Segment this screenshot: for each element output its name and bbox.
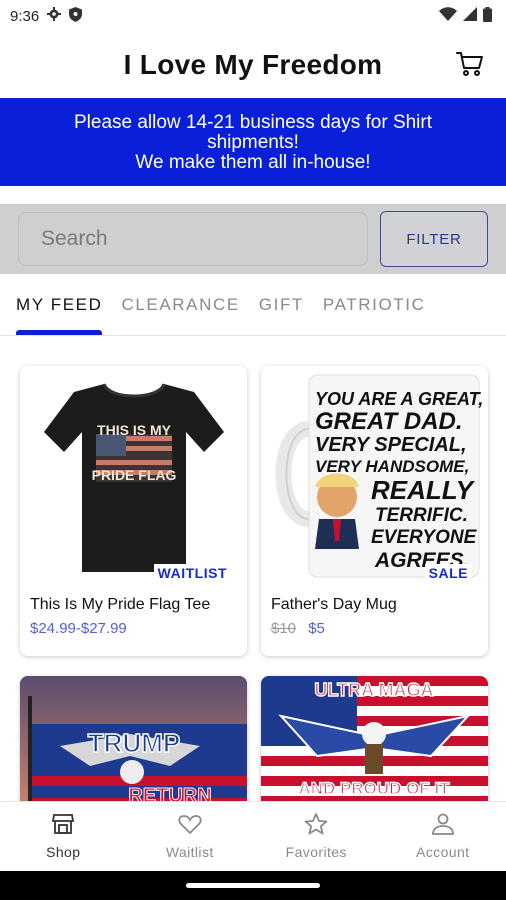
account-icon (431, 813, 455, 838)
banner-line-2: We make them all in-house! (135, 152, 371, 173)
mug-print-line-6: TERRIFIC. (375, 505, 468, 526)
flag-print-line-2: AND PROUD OF IT (298, 779, 450, 798)
mug-print-line-5: REALLY (371, 475, 476, 505)
system-navigation-bar (0, 871, 506, 900)
banner-line-1: Please allow 14-21 business days for Shi… (73, 112, 433, 153)
mug-print-line-3: VERY SPECIAL, (315, 434, 467, 456)
nav-account-label: Account (416, 844, 470, 860)
category-tabs: MY FEED CLEARANCE GIFT PATRIOTIC (0, 274, 506, 336)
shop-icon (51, 813, 75, 838)
shipping-banner: Please allow 14-21 business days for Shi… (0, 98, 506, 186)
shirt-print-line-2: PRIDE FLAG (91, 467, 176, 483)
status-bar: 9:36 (0, 0, 506, 32)
nav-waitlist[interactable]: Waitlist (127, 802, 254, 871)
cart-icon (456, 51, 484, 82)
product-price: $10 $5 (261, 620, 488, 637)
mug-print-line-7: EVERYONE (371, 527, 478, 548)
waitlist-badge: WAITLIST (153, 564, 231, 582)
heart-icon (178, 813, 202, 838)
search-input[interactable] (18, 212, 368, 266)
filter-button[interactable]: FILTER (380, 211, 488, 267)
product-grid: THIS IS MY PRIDE FLAG WAITLIST This Is M… (20, 366, 488, 826)
product-image: THIS IS MY PRIDE FLAG WAITLIST (20, 366, 247, 588)
nav-account[interactable]: Account (380, 802, 506, 871)
product-price: $24.99-$27.99 (30, 620, 127, 637)
tab-patriotic[interactable]: PATRIOTIC (323, 274, 445, 335)
shield-icon (69, 6, 83, 26)
nav-shop[interactable]: Shop (0, 802, 127, 871)
bottom-navigation: Shop Waitlist Favorites Account (0, 801, 506, 871)
active-tab-indicator (16, 330, 102, 335)
tab-clearance[interactable]: CLEARANCE (121, 274, 258, 335)
cart-button[interactable] (454, 50, 486, 82)
nav-favorites-label: Favorites (285, 844, 347, 860)
gear-icon (47, 7, 62, 25)
wifi-icon (439, 7, 457, 25)
mug-print-line-2: GREAT DAD. (315, 408, 463, 435)
nav-waitlist-label: Waitlist (165, 844, 214, 860)
tab-my-feed[interactable]: MY FEED (16, 274, 121, 335)
sale-badge: SALE (424, 564, 472, 582)
tab-gift[interactable]: GIFT (259, 274, 323, 335)
flag-print-line-1: TRUMP (88, 728, 180, 758)
status-time: 9:36 (10, 7, 40, 25)
sale-price: $5 (308, 620, 325, 637)
original-price: $10 (271, 620, 297, 637)
product-card[interactable]: YOU ARE A GREAT, GREAT DAD. VERY SPECIAL… (261, 366, 488, 656)
app-header: I Love My Freedom (0, 32, 506, 98)
flag-print-line-1: ULTRA MAGA (315, 680, 434, 700)
nav-favorites[interactable]: Favorites (253, 802, 380, 871)
battery-icon (483, 6, 492, 26)
mug-print-line-1: YOU ARE A GREAT, (315, 389, 483, 409)
product-image: YOU ARE A GREAT, GREAT DAD. VERY SPECIAL… (261, 366, 488, 588)
home-indicator[interactable] (186, 883, 320, 888)
search-bar: FILTER (0, 204, 506, 274)
product-title: This Is My Pride Flag Tee (30, 596, 211, 613)
product-card[interactable]: THIS IS MY PRIDE FLAG WAITLIST This Is M… (20, 366, 247, 656)
nav-shop-label: Shop (46, 844, 81, 860)
star-icon (304, 813, 328, 838)
mug-print-line-4: VERY HANDSOME, (315, 457, 469, 476)
signal-icon (463, 7, 477, 25)
shirt-print-line-1: THIS IS MY (97, 422, 172, 438)
product-title: Father's Day Mug (271, 596, 397, 613)
page-title: I Love My Freedom (123, 49, 383, 80)
